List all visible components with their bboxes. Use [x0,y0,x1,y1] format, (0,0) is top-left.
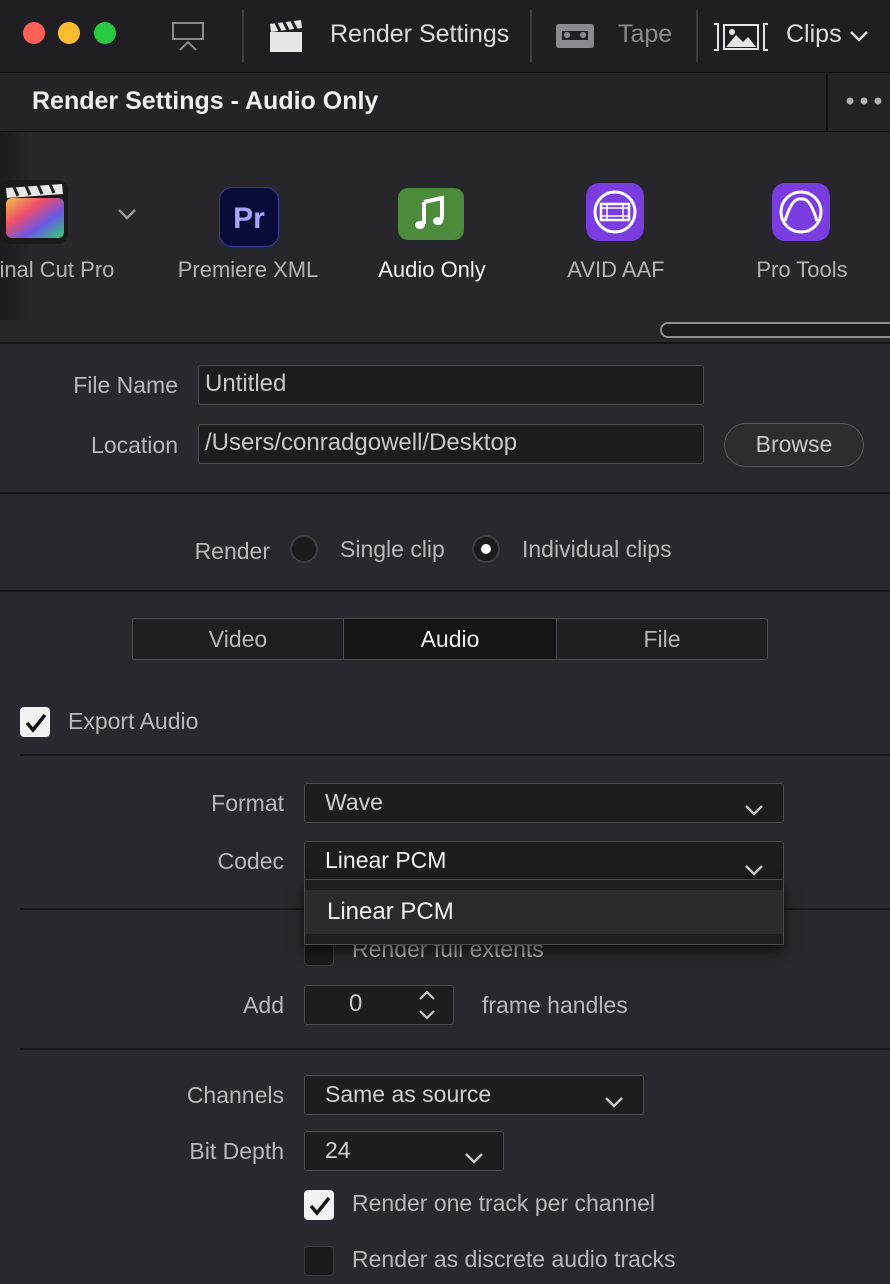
format-select[interactable]: Wave [304,783,784,823]
format-label: Format [211,790,284,816]
location-input[interactable]: /Users/conradgowell/Desktop [198,424,704,464]
preset-label-premiere: Premiere XML [177,257,319,282]
premiere-icon: Pr [219,187,279,247]
divider [0,590,890,592]
close-window-button[interactable] [23,22,45,44]
bit-depth-select[interactable]: 24 [304,1131,504,1171]
top-toolbar: Render Settings Tape Clips [0,0,890,73]
individual-clips-label[interactable]: Individual clips [522,536,672,563]
divider [20,754,890,756]
divider [0,342,890,344]
tape-tab[interactable]: Tape [618,20,672,49]
airplay-icon[interactable] [170,20,206,56]
file-name-input[interactable]: Untitled [198,365,704,405]
channels-value: Same as source [325,1081,492,1107]
preset-label-pro-tools: Pro Tools [756,257,848,282]
individual-clips-radio[interactable] [472,535,500,563]
frame-handles-stepper[interactable]: 0 [304,985,454,1025]
checkmark-icon [309,1196,331,1216]
stepper-arrows-icon[interactable] [415,986,439,1024]
render-label: Render [194,538,270,564]
location-label: Location [91,432,178,458]
minimize-window-button[interactable] [58,22,80,44]
clapperboard-icon [268,18,306,54]
export-audio-checkbox[interactable] [20,707,50,737]
chevron-down-icon[interactable] [848,26,870,46]
chevron-down-icon [603,1086,625,1108]
divider [20,1048,890,1050]
preset-label-avid: AVID AAF [567,257,665,282]
bit-depth-label: Bit Depth [189,1138,284,1164]
svg-text:Pr: Pr [233,202,265,235]
chevron-down-icon [743,794,765,816]
final-cut-icon [0,180,68,244]
channels-select[interactable]: Same as source [304,1075,644,1115]
one-track-per-channel-label[interactable]: Render one track per channel [352,1190,655,1217]
tab-file[interactable]: File [556,618,768,660]
codec-select[interactable]: Linear PCM [304,841,784,881]
export-audio-label: Export Audio [68,708,199,734]
audio-note-icon [398,188,464,240]
file-name-label: File Name [73,372,178,398]
codec-value: Linear PCM [325,847,447,873]
tab-audio[interactable]: Audio [343,618,557,660]
toolbar-separator [242,10,244,62]
chevron-down-icon [743,854,765,876]
codec-dropdown-menu: Linear PCM [304,879,784,945]
chevron-down-icon [463,1142,485,1164]
preset-label-audio-only: Audio Only [378,257,486,282]
divider [0,492,890,494]
preset-label-final-cut: Final Cut Pro 7 [0,257,116,282]
discrete-audio-tracks-label[interactable]: Render as discrete audio tracks [352,1246,675,1273]
panel-header: Render Settings - Audio Only [0,73,890,132]
frame-handles-value: 0 [349,990,363,1017]
preset-final-cut-pro[interactable] [0,180,70,246]
format-value: Wave [325,789,383,815]
pro-tools-icon [772,183,830,241]
toolbar-separator [696,10,698,62]
single-clip-radio[interactable] [290,535,318,563]
page-title: Render Settings - Audio Only [32,87,379,115]
clips-icon [712,20,770,54]
radio-selected-dot [481,544,491,554]
avid-icon [586,183,644,241]
toolbar-separator [530,10,532,62]
one-track-per-channel-checkbox[interactable] [304,1190,334,1220]
add-label: Add [243,992,284,1018]
clips-tab[interactable]: Clips [786,20,842,49]
single-clip-label[interactable]: Single clip [340,536,445,563]
zoom-window-button[interactable] [94,22,116,44]
bit-depth-value: 24 [325,1137,351,1163]
tape-icon [555,22,595,50]
more-options-button[interactable] [826,73,890,131]
browse-button[interactable]: Browse [724,423,864,467]
checkmark-icon [25,713,47,733]
render-settings-tab[interactable]: Render Settings [330,20,509,49]
tab-video[interactable]: Video [132,618,344,660]
channels-label: Channels [186,1082,284,1108]
codec-option-linear-pcm[interactable]: Linear PCM [305,890,783,934]
frame-handles-label: frame handles [482,992,628,1018]
chevron-down-icon[interactable] [116,204,138,224]
presets-scrollbar[interactable] [660,322,890,338]
discrete-audio-tracks-checkbox[interactable] [304,1246,334,1276]
codec-label: Codec [217,848,284,874]
